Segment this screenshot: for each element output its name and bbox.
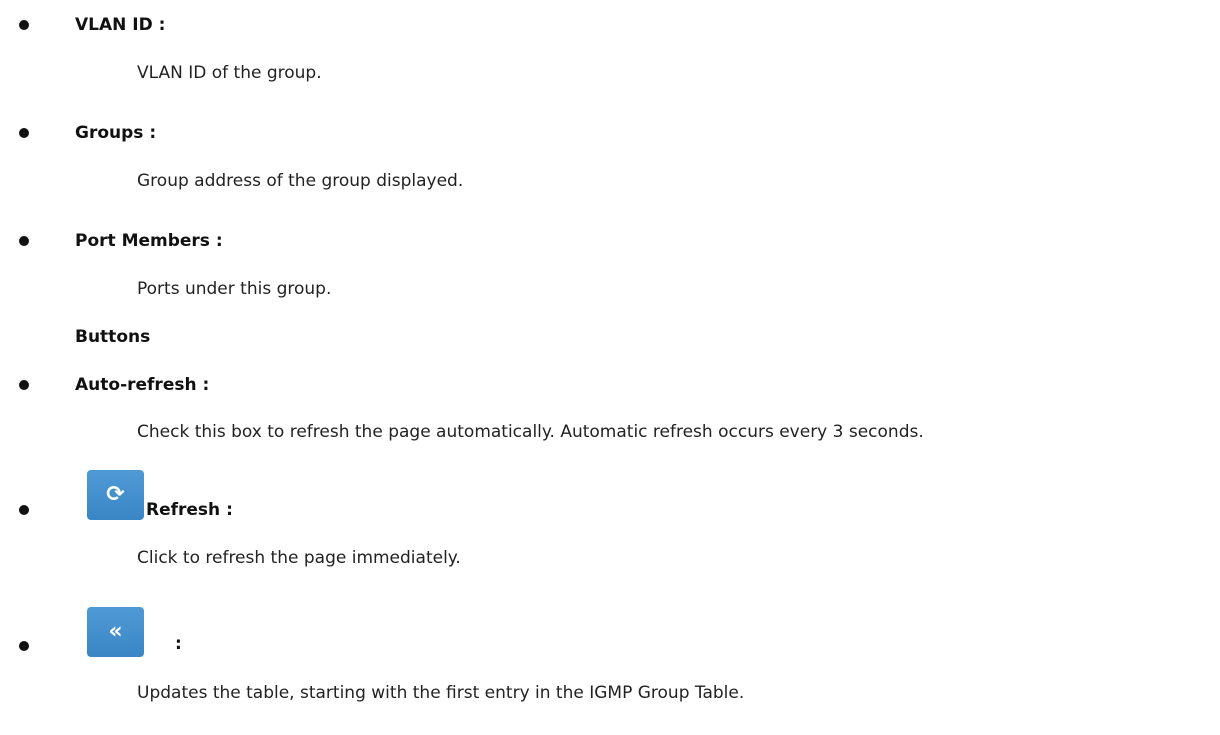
bullet-vlan-id: [19, 20, 29, 30]
refresh-button-image: ⟳: [87, 470, 144, 520]
desc-refresh: Click to refresh the page immediately.: [137, 548, 461, 568]
bullet-groups: [19, 128, 29, 138]
desc-port-members: Ports under this group.: [137, 279, 332, 299]
desc-groups: Group address of the group displayed.: [137, 171, 464, 191]
desc-auto-refresh: Check this box to refresh the page autom…: [137, 422, 924, 442]
term-first-page: :: [175, 634, 182, 654]
section-heading-buttons: Buttons: [75, 327, 151, 347]
term-auto-refresh: Auto-refresh :: [75, 375, 210, 395]
bullet-first-page: [19, 641, 29, 651]
double-chevron-left-icon: «: [108, 619, 123, 644]
desc-vlan-id: VLAN ID of the group.: [137, 63, 322, 83]
term-port-members: Port Members :: [75, 231, 223, 251]
bullet-auto-refresh: [19, 380, 29, 390]
bullet-refresh: [19, 505, 29, 515]
bullet-port-members: [19, 236, 29, 246]
term-groups: Groups :: [75, 123, 157, 143]
term-vlan-id: VLAN ID :: [75, 15, 166, 35]
first-page-button-image: «: [87, 607, 144, 657]
desc-first-page: Updates the table, starting with the fir…: [137, 683, 745, 703]
term-refresh: Refresh :: [146, 500, 233, 520]
refresh-icon: ⟳: [106, 482, 125, 507]
